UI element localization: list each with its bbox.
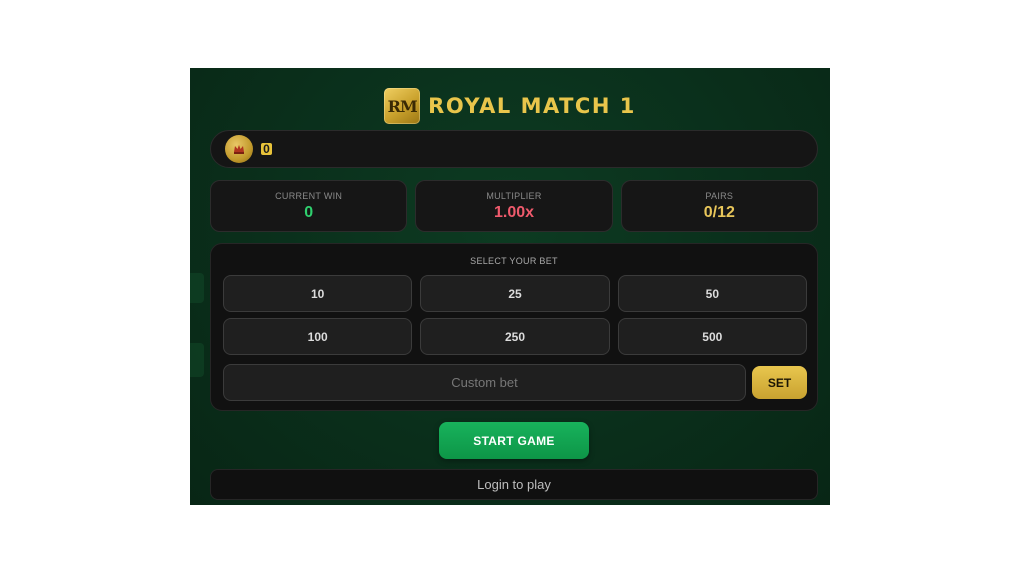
custom-bet-input[interactable] — [223, 364, 746, 401]
game-header: RM ROYAL MATCH 1 — [190, 86, 830, 126]
bet-option-250[interactable]: 250 — [420, 318, 610, 355]
bet-options-grid: 10 25 50 100 250 500 — [223, 275, 807, 355]
bet-panel-title: SELECT YOUR BET — [470, 256, 558, 266]
coin-avatar-icon[interactable] — [225, 135, 253, 163]
stat-label: MULTIPLIER — [486, 190, 542, 201]
background-card-decoration — [190, 273, 204, 377]
stat-label: PAIRS — [705, 190, 734, 201]
stat-label: CURRENT WIN — [275, 190, 343, 201]
stat-value: 1.00x — [493, 203, 535, 221]
game-title: ROYAL MATCH 1 — [428, 94, 636, 118]
bet-option-500[interactable]: 500 — [617, 318, 807, 355]
stat-current-win: CURRENT WIN 0 — [210, 180, 408, 232]
bet-option-10[interactable]: 10 — [223, 275, 413, 312]
game-table: RM ROYAL MATCH 1 0 CURRENT WIN 0 MULTIPL… — [190, 68, 830, 505]
bet-option-25[interactable]: 25 — [420, 275, 610, 312]
set-bet-button[interactable]: SET — [752, 366, 807, 399]
start-game-button[interactable]: START GAME — [439, 422, 589, 459]
bet-panel: SELECT YOUR BET 10 25 50 100 250 500 SET — [210, 243, 818, 411]
custom-bet-row: SET — [223, 364, 807, 401]
stat-pairs: PAIRS 0/12 — [620, 180, 818, 232]
stats-row: CURRENT WIN 0 MULTIPLIER 1.00x PAIRS 0/1… — [210, 180, 818, 232]
logo-badge: RM — [384, 88, 421, 124]
crown-icon — [234, 145, 244, 154]
stat-value: 0/12 — [703, 203, 735, 221]
stat-value: 0 — [304, 203, 314, 221]
bet-option-50[interactable]: 50 — [617, 275, 807, 312]
balance-bar: 0 — [210, 130, 818, 168]
stat-multiplier: MULTIPLIER 1.00x — [415, 180, 613, 232]
login-button[interactable]: Login to play — [210, 469, 818, 500]
bet-option-100[interactable]: 100 — [223, 318, 413, 355]
balance-value: 0 — [261, 143, 272, 155]
